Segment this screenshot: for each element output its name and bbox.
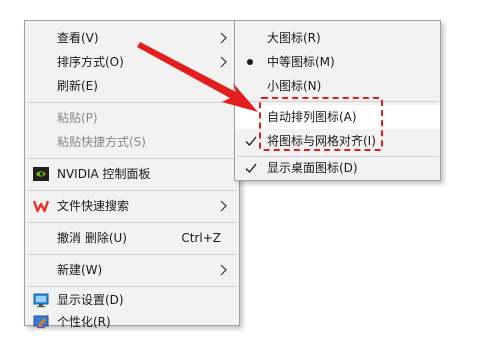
annotation-arrow-icon — [137, 42, 258, 112]
